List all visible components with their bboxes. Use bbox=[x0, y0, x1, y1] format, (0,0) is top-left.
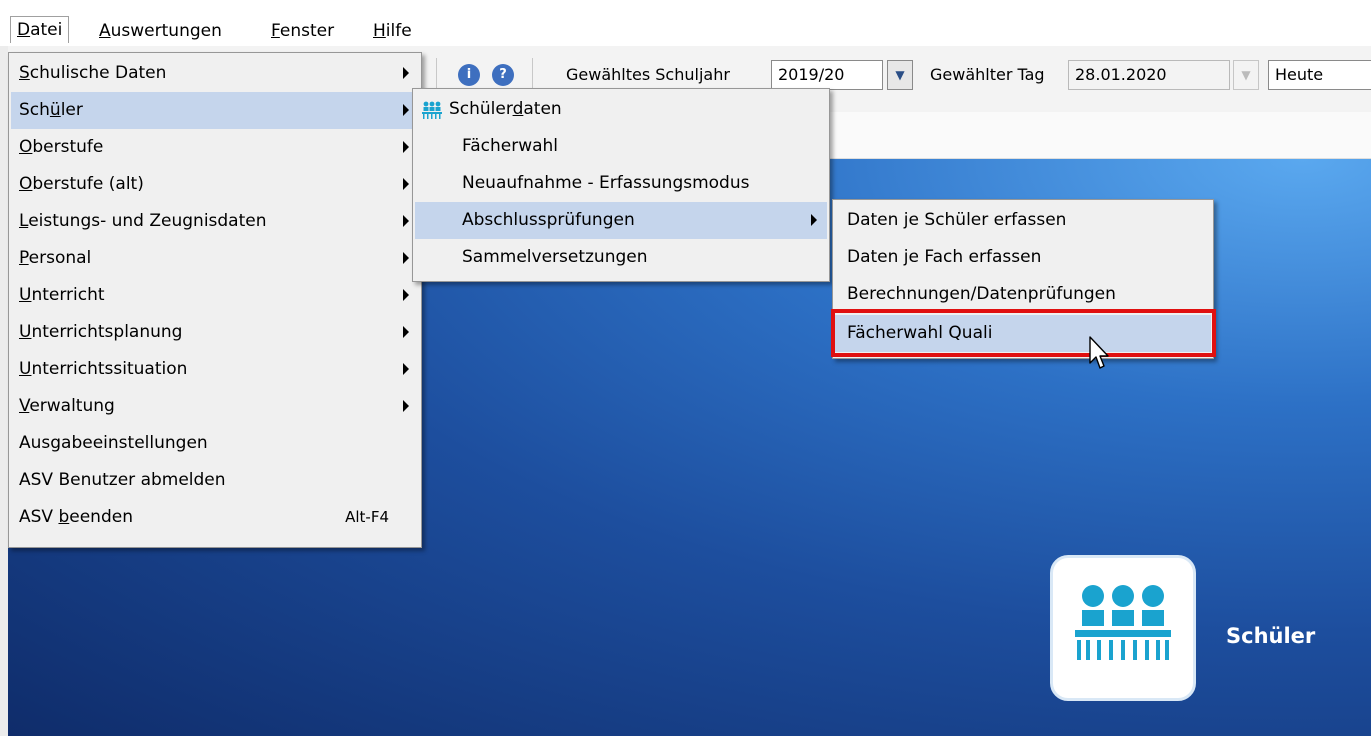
menu-item-schueler[interactable]: Schüler bbox=[11, 92, 419, 129]
toolbar-separator bbox=[532, 58, 533, 92]
submenu-arrow-icon bbox=[403, 141, 409, 153]
menu-item-abschlusspruefungen[interactable]: Abschlussprüfungen bbox=[415, 202, 827, 239]
schueler-tile-label: Schüler bbox=[1226, 624, 1316, 648]
submenu-arrow-icon bbox=[403, 252, 409, 264]
menu-item-daten-je-schueler[interactable]: Daten je Schüler erfassen bbox=[835, 202, 1211, 239]
menu-item-schuelerdaten[interactable]: Schülerdaten bbox=[415, 91, 827, 128]
dropdown-arrow-icon[interactable]: ▼ bbox=[887, 60, 913, 90]
schueler-submenu: Schülerdaten Fächerwahl Neuaufnahme - Er… bbox=[412, 88, 830, 282]
submenu-arrow-icon bbox=[403, 289, 409, 301]
menu-item-unterrichtssituation[interactable]: Unterrichtssituation bbox=[11, 351, 419, 388]
shortcut-label: Alt-F4 bbox=[345, 508, 389, 526]
menu-auswertungen[interactable]: Auswertungen bbox=[93, 18, 228, 44]
dropdown-arrow-icon[interactable]: ▼ bbox=[1233, 60, 1259, 90]
menu-item-neuaufnahme[interactable]: Neuaufnahme - Erfassungsmodus bbox=[415, 165, 827, 202]
students-icon bbox=[422, 101, 442, 119]
menu-item-sammelversetzungen[interactable]: Sammelversetzungen bbox=[415, 239, 827, 276]
menu-item-ausgabeeinstellungen[interactable]: Ausgabeeinstellungen bbox=[11, 425, 419, 462]
tag-label: Gewählter Tag bbox=[930, 65, 1045, 84]
menu-item-verwaltung[interactable]: Verwaltung bbox=[11, 388, 419, 425]
menu-item-asv-beenden[interactable]: ASV beenden Alt-F4 bbox=[11, 499, 419, 536]
menu-item-leistungsdaten[interactable]: Leistungs- und Zeugnisdaten bbox=[11, 203, 419, 240]
submenu-arrow-icon bbox=[403, 326, 409, 338]
menu-item-benutzer-abmelden[interactable]: ASV Benutzer abmelden bbox=[11, 462, 419, 499]
mouse-cursor-icon bbox=[1089, 336, 1109, 369]
submenu-arrow-icon bbox=[811, 214, 817, 226]
menu-datei[interactable]: Datei bbox=[10, 16, 70, 43]
toolbar-separator bbox=[436, 58, 437, 92]
schuljahr-field[interactable]: 2019/20 bbox=[771, 60, 883, 90]
menu-item-oberstufe-alt[interactable]: Oberstufe (alt) bbox=[11, 166, 419, 203]
annotation-highlight-box bbox=[831, 309, 1216, 357]
menu-bar: Datei Auswertungen Fenster Hilfe bbox=[0, 0, 1371, 46]
menu-item-faecherwahl[interactable]: Fächerwahl bbox=[415, 128, 827, 165]
submenu-arrow-icon bbox=[403, 67, 409, 79]
submenu-arrow-icon bbox=[403, 215, 409, 227]
menu-item-unterrichtsplanung[interactable]: Unterrichtsplanung bbox=[11, 314, 419, 351]
heute-select[interactable]: Heute bbox=[1268, 60, 1371, 90]
menu-item-berechnungen[interactable]: Berechnungen/Datenprüfungen bbox=[835, 276, 1211, 313]
submenu-arrow-icon bbox=[403, 178, 409, 190]
menu-fenster[interactable]: Fenster bbox=[265, 18, 340, 44]
menu-item-unterricht[interactable]: Unterricht bbox=[11, 277, 419, 314]
menu-item-oberstufe[interactable]: Oberstufe bbox=[11, 129, 419, 166]
schuljahr-label: Gewähltes Schuljahr bbox=[566, 65, 730, 84]
tag-field[interactable]: 28.01.2020 bbox=[1068, 60, 1230, 90]
schueler-tile[interactable] bbox=[1050, 555, 1196, 701]
menu-item-schulische-daten[interactable]: Schulische Daten bbox=[11, 55, 419, 92]
submenu-arrow-icon bbox=[403, 363, 409, 375]
menu-item-personal[interactable]: Personal bbox=[11, 240, 419, 277]
help-icon[interactable]: ? bbox=[492, 64, 514, 86]
datei-dropdown-menu: Schulische Daten Schüler Oberstufe Obers… bbox=[8, 52, 422, 548]
info-icon[interactable]: i bbox=[458, 64, 480, 86]
submenu-arrow-icon bbox=[403, 104, 409, 116]
menu-item-daten-je-fach[interactable]: Daten je Fach erfassen bbox=[835, 239, 1211, 276]
submenu-arrow-icon bbox=[403, 400, 409, 412]
students-icon bbox=[1075, 585, 1171, 660]
menu-hilfe[interactable]: Hilfe bbox=[367, 18, 418, 44]
window-left-edge bbox=[0, 46, 8, 736]
